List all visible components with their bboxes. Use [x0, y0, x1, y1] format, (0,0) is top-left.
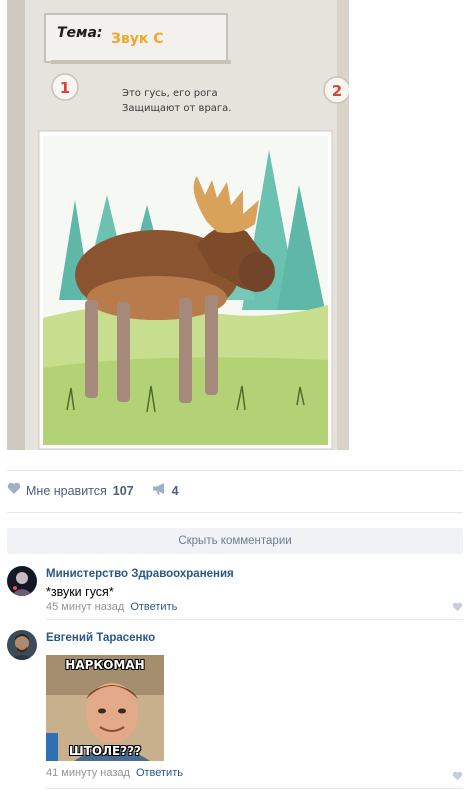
divider: [46, 619, 463, 620]
comment-meta: 45 минут назад Ответить: [46, 601, 463, 613]
like-count: 107: [112, 484, 134, 498]
like-button[interactable]: Мне нравится 107: [7, 482, 134, 500]
number-2: 2: [332, 82, 342, 100]
moose-illustration: [38, 130, 333, 450]
number-1: 1: [60, 79, 70, 97]
comment-time[interactable]: 45 минут назад: [46, 601, 124, 613]
meme-top-text: НАРКОМАН: [65, 658, 145, 672]
share-count: 4: [171, 484, 179, 498]
meme-bottom-text: ШТОЛЕ???: [68, 744, 142, 758]
rhyme-line-2: Защищают от врага.: [122, 103, 231, 114]
avatar[interactable]: [7, 630, 37, 660]
comment-like-icon[interactable]: [452, 768, 463, 786]
post-actions: Мне нравится 107 4: [7, 478, 197, 504]
avatar[interactable]: [7, 566, 37, 596]
reply-button[interactable]: Ответить: [130, 601, 177, 613]
post-photo[interactable]: Тема: Звук С 1 2 Это гусь, его рога Защи…: [7, 0, 349, 450]
meme-image[interactable]: НАРКОМАН ШТОЛЕ???: [46, 655, 164, 761]
comment-text: *звуки гуся*: [46, 585, 114, 599]
comment-time[interactable]: 41 минуту назад: [46, 767, 130, 779]
heart-icon: [7, 482, 21, 500]
comment-like-icon[interactable]: [452, 599, 463, 617]
divider: [7, 512, 463, 513]
divider: [46, 788, 463, 789]
comment-author[interactable]: Евгений Тарасенко: [46, 632, 155, 644]
rhyme-line-1: Это гусь, его рога: [122, 88, 218, 99]
comment-meta: 41 минуту назад Ответить: [46, 767, 463, 779]
comment-item: Евгений Тарасенко НАРКОМАН ШТОЛЕ??? 41 м…: [7, 628, 463, 781]
reply-button[interactable]: Ответить: [136, 767, 183, 779]
topic-label: Тема:: [57, 25, 103, 41]
megaphone-icon: [152, 482, 167, 500]
topic-value: Звук С: [111, 31, 164, 47]
hide-comments-button[interactable]: Скрыть комментарии: [7, 528, 463, 554]
divider: [7, 470, 463, 471]
share-button[interactable]: 4: [152, 482, 179, 500]
comment-item: Министерство Здравоохранения *звуки гуся…: [7, 564, 463, 614]
comment-author[interactable]: Министерство Здравоохранения: [46, 568, 234, 580]
like-label: Мне нравится: [26, 484, 107, 498]
